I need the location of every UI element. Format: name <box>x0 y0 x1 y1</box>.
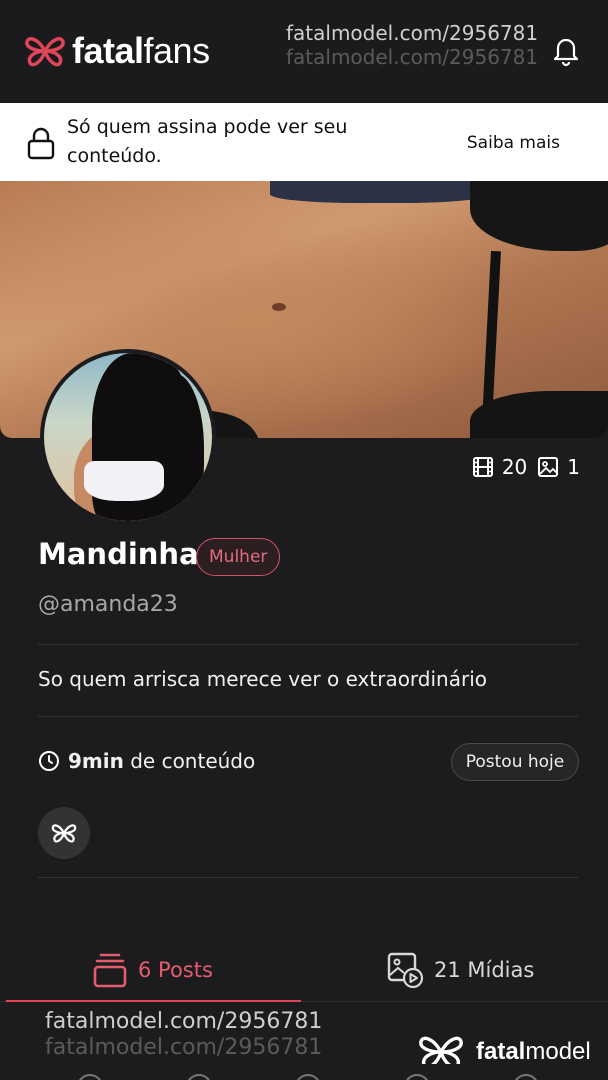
video-count-value: 20 <box>501 455 528 479</box>
duration-suffix: de conteúdo <box>130 749 256 773</box>
learn-more-link[interactable]: Saiba mais <box>467 133 560 153</box>
gender-badge: Mulher <box>196 538 281 576</box>
media-play-icon <box>387 952 424 989</box>
watermark-text: fatalmodel.com/2956781 <box>45 1009 323 1034</box>
photo-count: 1 <box>537 455 580 479</box>
watermark-bottom: fatalmodel.com/2956781 fatalmodel.com/29… <box>45 1009 322 1061</box>
subscribe-message: Só quem assina pode ver seu conteúdo. <box>67 116 348 167</box>
tab-midias[interactable]: 21 Mídias <box>386 940 534 1000</box>
clock-icon <box>39 751 59 771</box>
bell-icon[interactable] <box>550 34 582 68</box>
content-duration: 9min de conteúdo <box>38 749 255 773</box>
profile-bio: So quem arrisca merece ver o extraordiná… <box>38 667 488 691</box>
video-count: 20 <box>472 455 527 479</box>
brand-text-light: model <box>525 1038 591 1065</box>
butterfly-logo-icon <box>25 37 65 67</box>
watermark-top: fatalmodel.com/2956781 fatalmodel.com/29… <box>286 21 538 69</box>
profile-handle: @amanda23 <box>38 592 178 617</box>
watermark-text-shadow: fatalmodel.com/2956781 <box>45 1035 323 1060</box>
media-stats: 20 1 <box>472 455 580 479</box>
watermark-text: fatalmodel.com/2956781 <box>286 21 539 45</box>
fatalfans-logo[interactable]: fatalfans <box>24 30 210 72</box>
tab-midias-label: 21 Mídias <box>434 958 535 982</box>
brand-text-bold: fatal <box>476 1038 526 1065</box>
logo-text-light: fans <box>143 30 211 71</box>
photo-count-value: 1 <box>567 455 580 479</box>
duration-value: 9min <box>68 749 124 773</box>
image-icon <box>538 457 559 477</box>
logo-text-bold: fatal <box>72 30 144 71</box>
tab-posts[interactable]: 6 Posts <box>92 940 213 1000</box>
tab-posts-label: 6 Posts <box>138 958 213 982</box>
posted-today-badge: Postou hoje <box>451 743 579 781</box>
profile-page: { "header": { "logo_bold": "fatal", "log… <box>0 0 608 1080</box>
lock-icon <box>26 127 56 161</box>
butterfly-icon <box>51 824 77 843</box>
divider <box>38 716 578 717</box>
film-icon <box>472 457 493 477</box>
fatalmodel-link-button[interactable] <box>38 807 90 859</box>
subscribe-banner: Só quem assina pode ver seu conteúdo. Sa… <box>0 103 608 181</box>
avatar[interactable] <box>40 349 216 525</box>
profile-name: Mandinha <box>38 537 199 571</box>
watermark-text-shadow: fatalmodel.com/2956781 <box>286 45 539 69</box>
divider <box>38 877 578 878</box>
active-tab-indicator <box>6 1000 301 1002</box>
app-header: fatalfans fatalmodel.com/2956781 fatalmo… <box>0 0 608 103</box>
stack-icon <box>93 953 127 988</box>
divider <box>38 644 578 645</box>
